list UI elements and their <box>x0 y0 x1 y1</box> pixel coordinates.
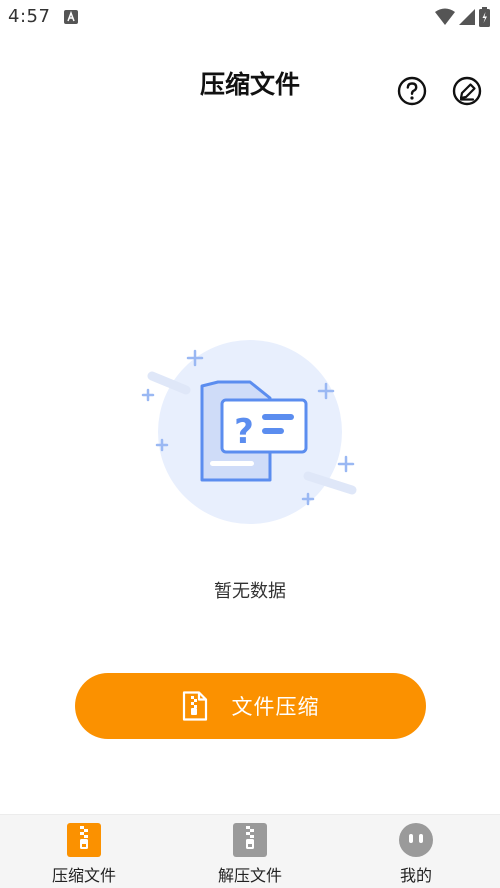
zip-file-icon <box>67 823 101 857</box>
nav-label: 我的 <box>399 866 432 885</box>
bottom-nav: 压缩文件 解压文件 我的 <box>0 814 500 888</box>
profile-face-icon <box>399 823 433 857</box>
header: 压缩文件 <box>0 50 500 120</box>
edit-icon[interactable] <box>451 75 483 107</box>
nav-item-decompress[interactable]: 解压文件 <box>190 815 310 888</box>
zip-file-icon <box>182 691 207 721</box>
nav-label: 解压文件 <box>217 866 282 885</box>
empty-state-message: 暂无数据 <box>214 581 286 602</box>
notification-icon <box>64 10 78 24</box>
wifi-icon <box>435 8 455 25</box>
app-screen: 4:57 压缩文件 ? 暂无数据 文件压缩 压缩文件 解压文件 我的 <box>0 0 500 888</box>
nav-label: 压缩文件 <box>51 866 116 885</box>
help-icon[interactable] <box>396 75 428 107</box>
status-time: 4:57 <box>8 6 51 27</box>
status-icons <box>435 7 490 27</box>
status-bar: 4:57 <box>0 0 500 34</box>
signal-icon <box>459 9 475 25</box>
battery-icon <box>479 7 490 27</box>
compress-file-button[interactable]: 文件压缩 <box>75 673 426 739</box>
unzip-file-icon <box>233 823 267 857</box>
compress-button-label: 文件压缩 <box>231 695 320 719</box>
nav-item-compress[interactable]: 压缩文件 <box>24 815 144 888</box>
nav-item-mine[interactable]: 我的 <box>356 815 476 888</box>
empty-data-icon: ? <box>141 340 357 524</box>
svg-text:?: ? <box>234 412 254 452</box>
